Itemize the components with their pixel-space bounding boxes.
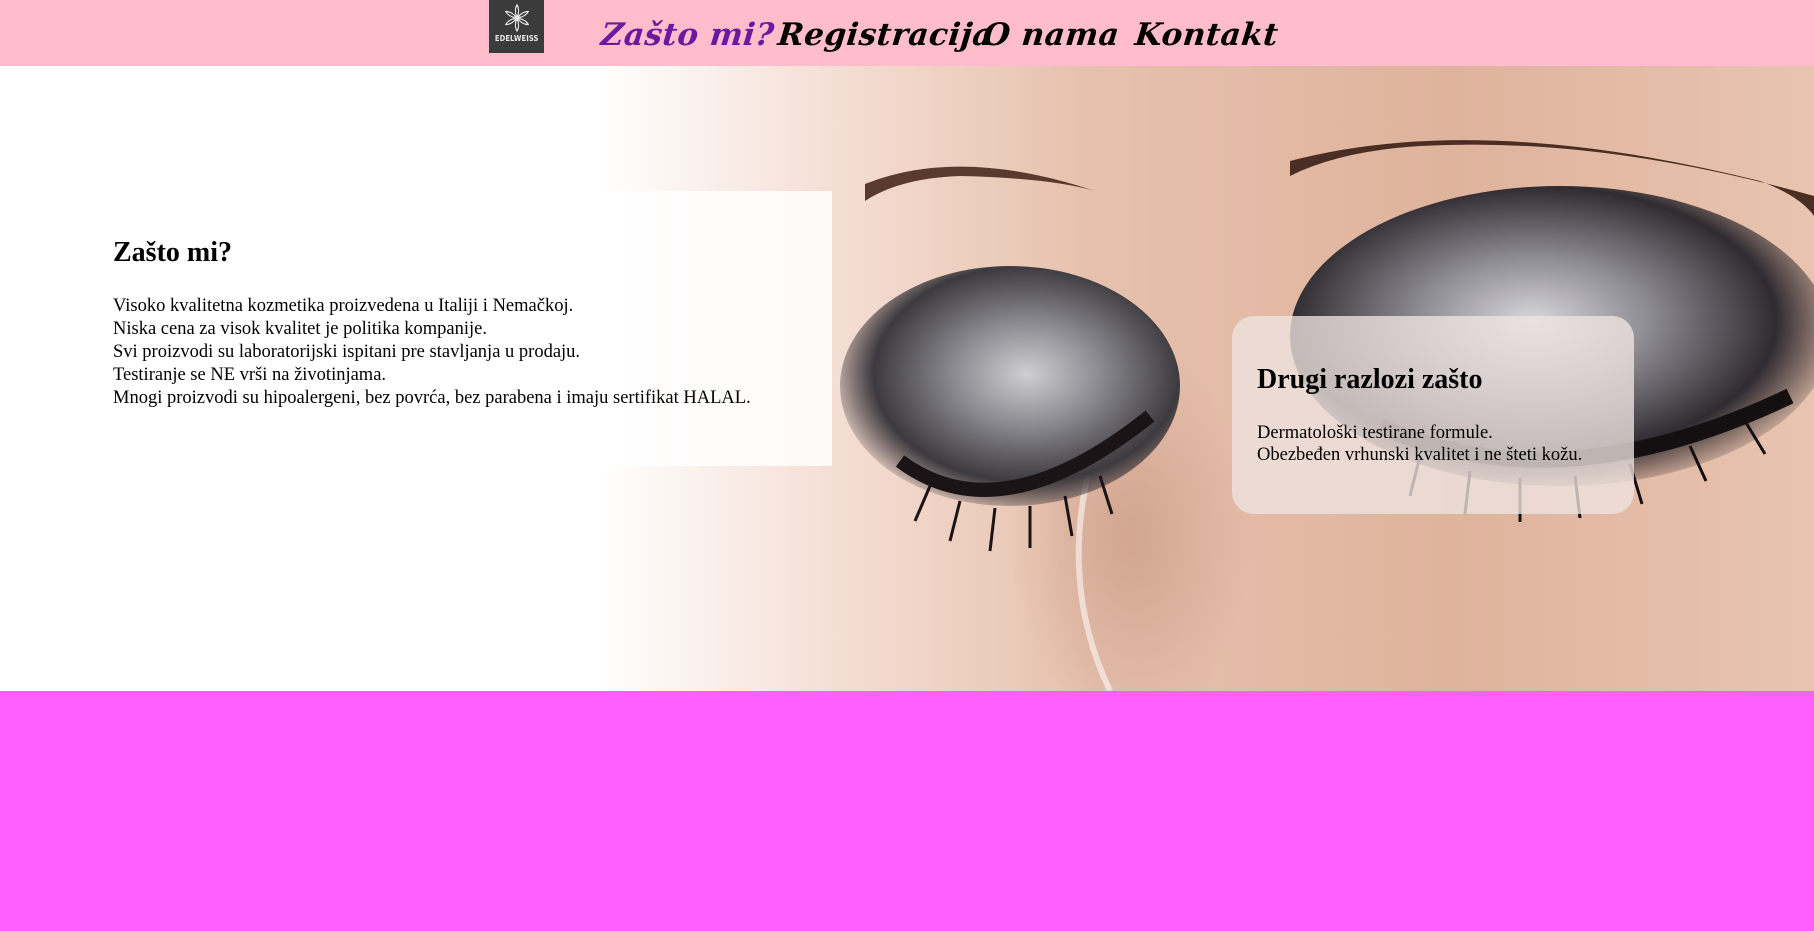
- why-us-line: Mnogi proizvodi su hipoalergeni, bez pov…: [113, 388, 751, 408]
- nav-link-zasto-mi[interactable]: Zašto mi?: [599, 17, 776, 53]
- nav-link-o-nama[interactable]: O nama: [981, 17, 1121, 53]
- other-reasons-line: Obezbeđen vrhunski kvalitet i ne šteti k…: [1257, 445, 1583, 465]
- other-reasons-line: Dermatološki testirane formule.: [1257, 423, 1493, 443]
- why-us-line: Svi proizvodi su laboratorijski ispitani…: [113, 342, 581, 362]
- why-us-panel: Zašto mi? Visoko kvalitetna kozmetika pr…: [92, 191, 832, 466]
- nav-link-registracija[interactable]: Registracija: [776, 17, 995, 53]
- other-reasons-title: Drugi razlozi zašto: [1257, 364, 1483, 395]
- edelweiss-logo[interactable]: EDELWEISS: [489, 0, 544, 53]
- other-reasons-card: Drugi razlozi zašto Dermatološki testira…: [1232, 316, 1634, 514]
- top-navbar: EDELWEISS Zašto mi? Registracija O nama …: [0, 0, 1814, 66]
- why-us-line: Testiranje se NE vrši na životinjama.: [113, 365, 387, 385]
- why-us-title: Zašto mi?: [113, 237, 232, 268]
- footer-band: [0, 691, 1814, 931]
- hero-section: Zašto mi? Visoko kvalitetna kozmetika pr…: [0, 66, 1814, 691]
- edelweiss-flower-icon: [504, 3, 529, 33]
- why-us-line: Niska cena za visok kvalitet je politika…: [113, 319, 488, 339]
- why-us-line: Visoko kvalitetna kozmetika proizvedena …: [113, 296, 574, 316]
- nav-link-kontakt[interactable]: Kontakt: [1133, 17, 1280, 53]
- logo-text: EDELWEISS: [494, 34, 539, 43]
